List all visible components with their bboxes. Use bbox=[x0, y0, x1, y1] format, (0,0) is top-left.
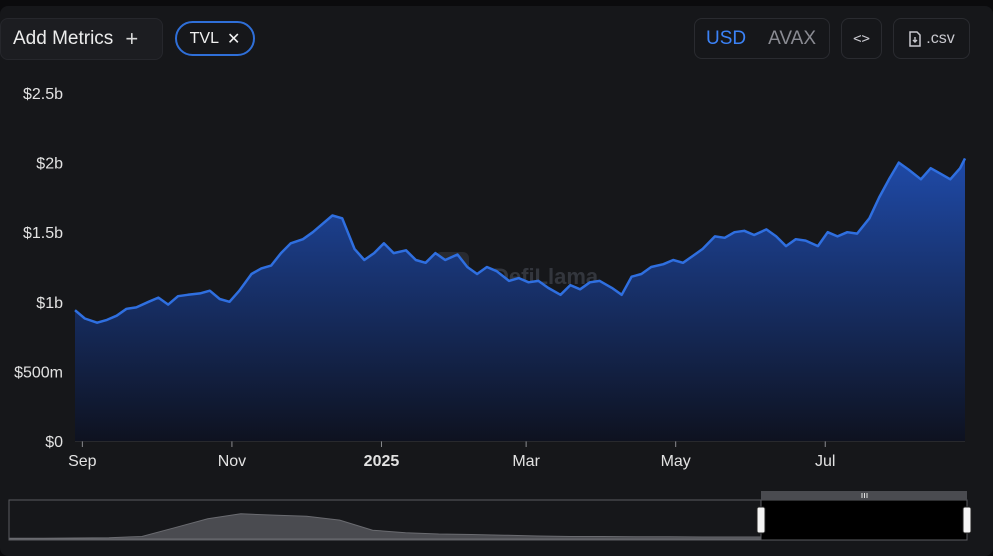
y-tick-label: $500m bbox=[14, 364, 63, 381]
range-handle-right[interactable] bbox=[962, 506, 972, 534]
tvl-chart: $2.5b $2b $1.5b $1b $500m $0 Sep Nov 2025 Mar May… bbox=[8, 86, 972, 541]
tvl-area bbox=[75, 158, 965, 441]
range-handle-left[interactable] bbox=[756, 506, 766, 534]
x-tick-label: 2025 bbox=[364, 453, 400, 470]
x-tick-label: May bbox=[661, 453, 691, 470]
x-tick-label: Mar bbox=[512, 453, 540, 470]
y-tick-label: $2.5b bbox=[23, 86, 63, 103]
y-tick-label: $1b bbox=[36, 295, 63, 312]
x-tick-label: Jul bbox=[815, 453, 835, 470]
range-selector[interactable] bbox=[8, 491, 972, 541]
range-selection[interactable] bbox=[760, 499, 968, 541]
y-tick-label: $2b bbox=[36, 156, 63, 173]
x-tick-label: Sep bbox=[68, 453, 97, 470]
y-tick-label: $0 bbox=[45, 434, 63, 451]
y-tick-label: $1.5b bbox=[23, 225, 63, 242]
x-tick-label: Nov bbox=[218, 453, 246, 470]
